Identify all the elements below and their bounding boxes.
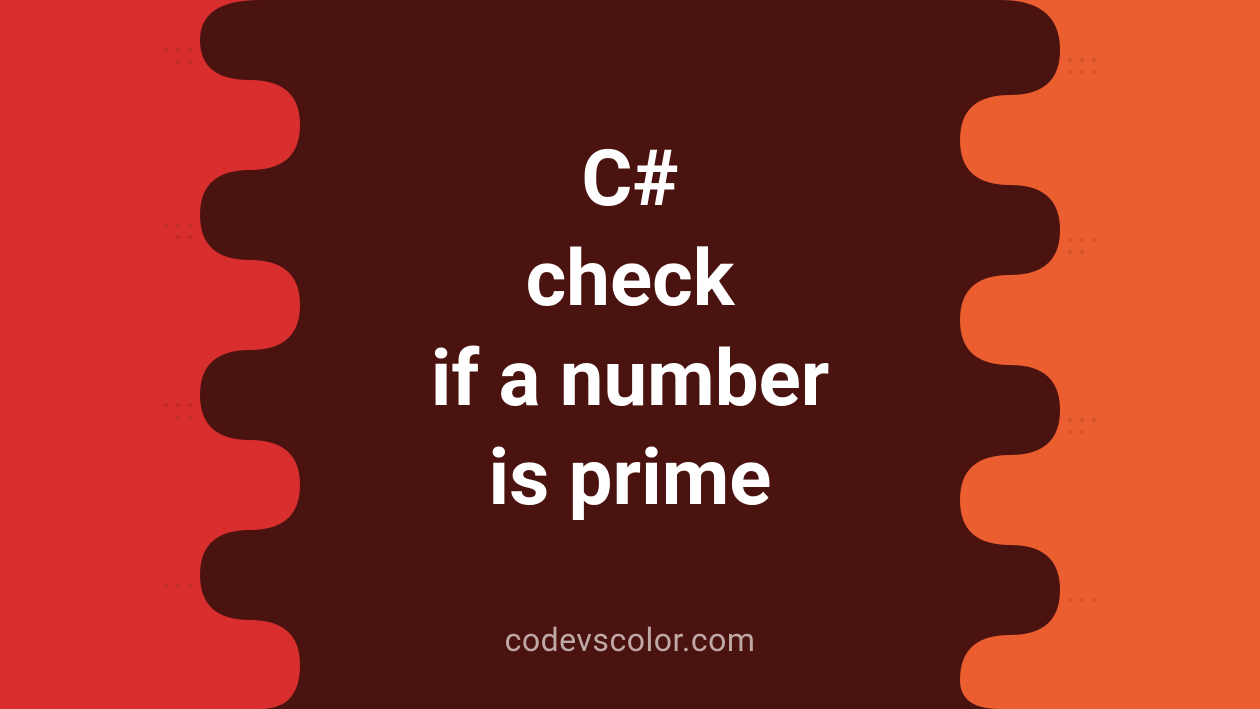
title-line-4: is prime — [431, 429, 830, 529]
title-line-1: C# — [431, 130, 830, 230]
title-line-2: check — [431, 230, 830, 330]
title-block: C# check if a number is prime — [431, 130, 830, 529]
title-line-3: if a number — [431, 330, 830, 430]
site-credit: codevscolor.com — [505, 621, 756, 659]
